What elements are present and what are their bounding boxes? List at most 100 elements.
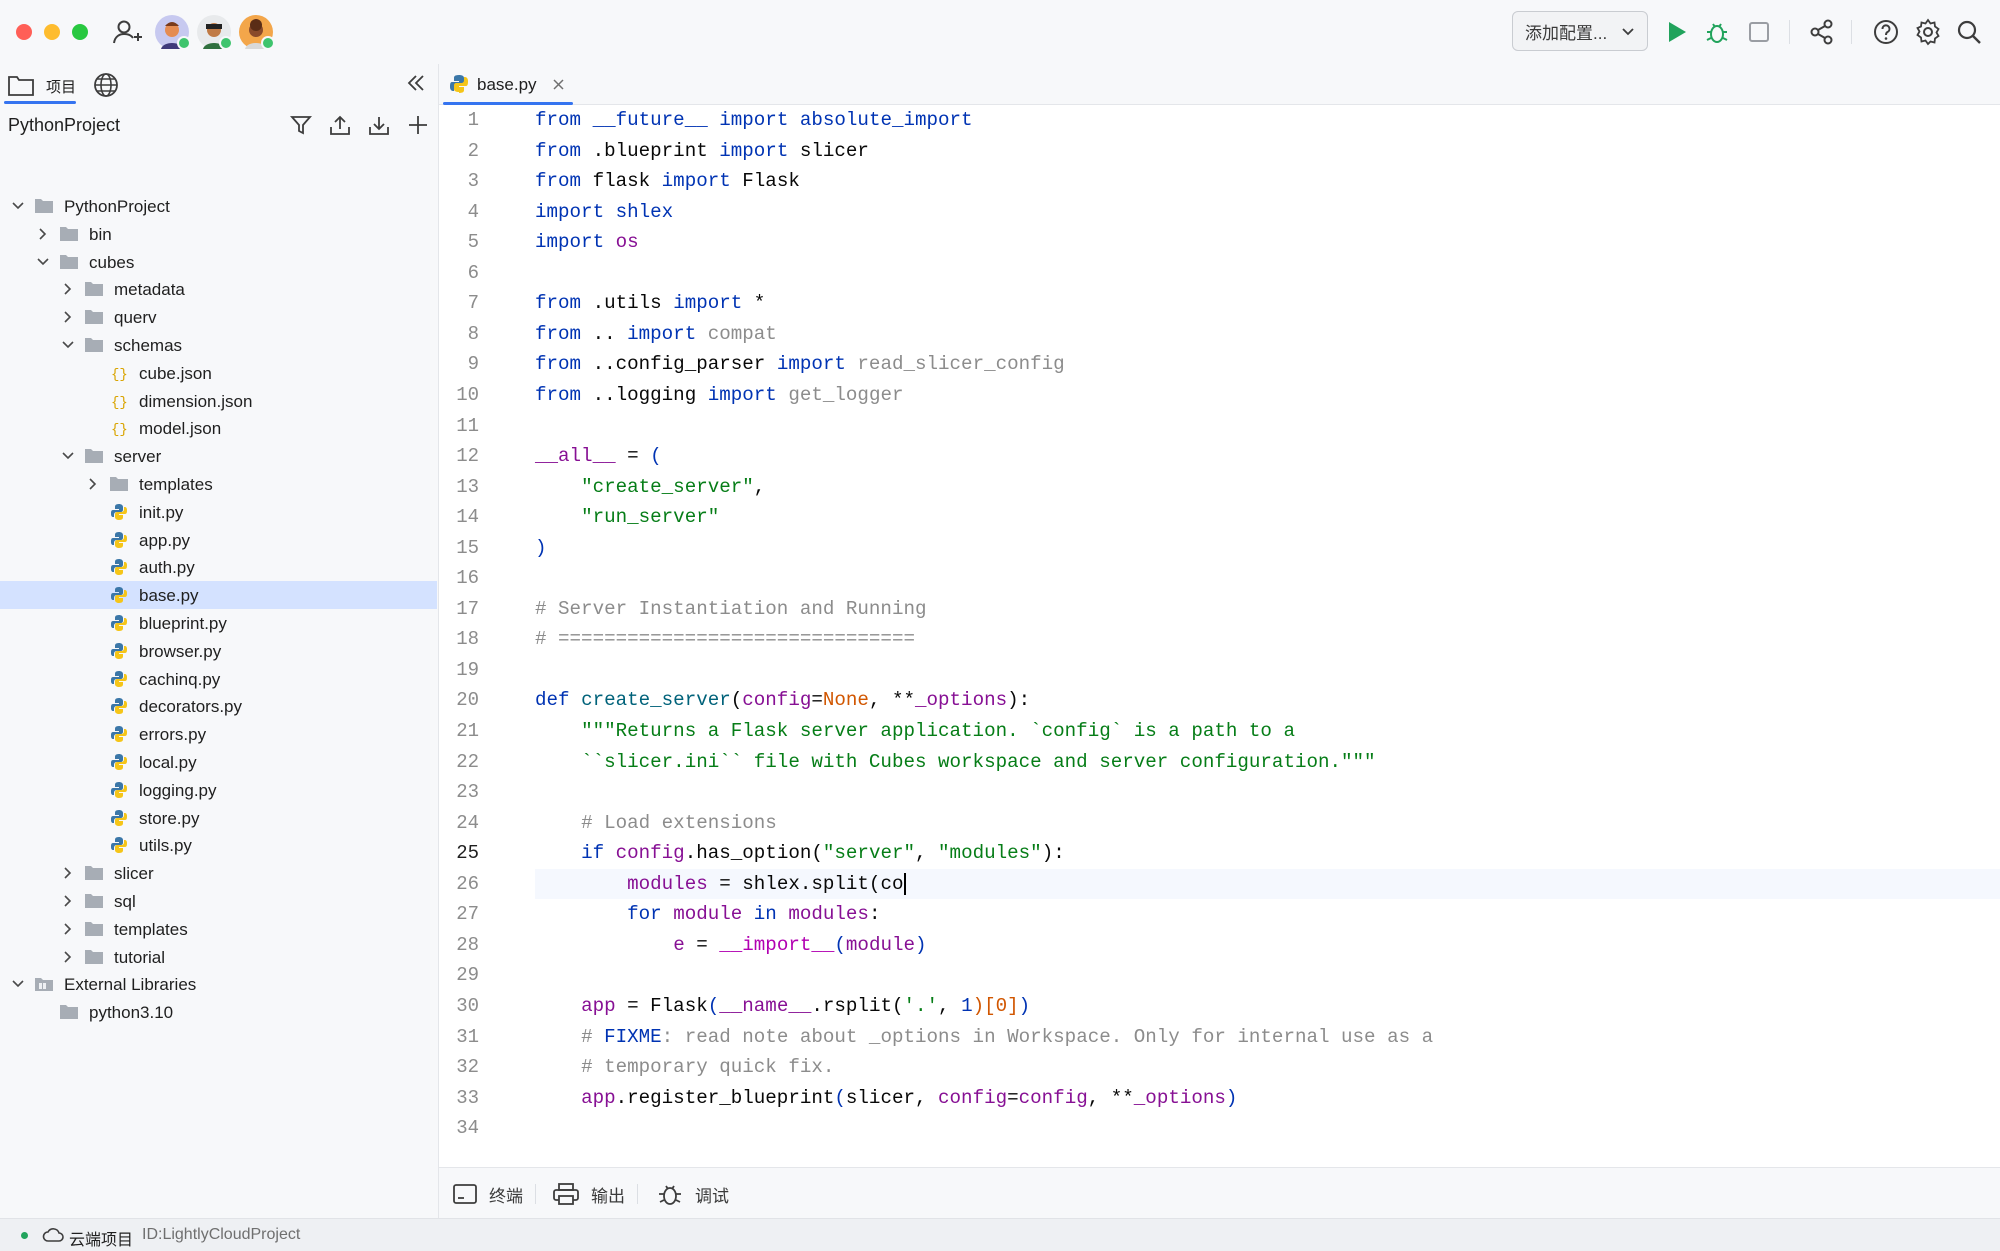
run-icon[interactable] — [1662, 18, 1690, 46]
tree-item[interactable]: decorators.py — [0, 692, 437, 720]
code-line[interactable]: e = __import__(module) — [535, 930, 926, 960]
chevron-down-icon[interactable] — [60, 448, 76, 464]
close-icon[interactable] — [553, 79, 564, 90]
window-minimize-button[interactable] — [44, 24, 60, 40]
tree-item[interactable]: tutorial — [0, 943, 437, 971]
tree-item[interactable]: python3.10 — [0, 998, 437, 1026]
tree-item[interactable]: blueprint.py — [0, 609, 437, 637]
download-icon[interactable] — [368, 114, 390, 136]
code-line[interactable]: # Load extensions — [535, 808, 777, 838]
code-line[interactable]: import shlex — [535, 197, 673, 227]
chevron-right-icon[interactable] — [60, 865, 76, 881]
tree-item[interactable]: utils.py — [0, 831, 437, 859]
window-close-button[interactable] — [16, 24, 32, 40]
chevron-down-icon[interactable] — [10, 976, 26, 992]
tree-item[interactable]: logging.py — [0, 776, 437, 804]
tree-item[interactable]: server — [0, 442, 437, 470]
chevron-right-icon[interactable] — [60, 893, 76, 909]
upload-icon[interactable] — [329, 114, 351, 136]
debug-button[interactable]: 调试 — [657, 1168, 729, 1220]
chevron-down-icon[interactable] — [60, 337, 76, 353]
tree-item[interactable]: templates — [0, 470, 437, 498]
stop-icon[interactable] — [1745, 18, 1773, 46]
chevron-right-icon[interactable] — [60, 949, 76, 965]
tree-item[interactable]: slicer — [0, 859, 437, 887]
tree-item[interactable]: base.py — [0, 581, 437, 610]
tab-project[interactable]: 项目 — [2, 66, 78, 104]
chevron-right-icon[interactable] — [60, 281, 76, 297]
code-line[interactable]: if config.has_option("server", "modules"… — [535, 838, 1065, 868]
code-line[interactable]: """Returns a Flask server application. `… — [535, 716, 1295, 746]
code-line[interactable]: # =============================== — [535, 624, 915, 654]
code-line[interactable]: from __future__ import absolute_import — [535, 105, 973, 135]
chevron-right-icon[interactable] — [60, 309, 76, 325]
tree-item[interactable]: auth.py — [0, 553, 437, 581]
chevron-down-icon[interactable] — [10, 198, 26, 214]
settings-icon[interactable] — [1914, 18, 1942, 46]
search-icon[interactable] — [1955, 18, 1983, 46]
tree-item[interactable]: init.py — [0, 498, 437, 526]
code-line[interactable]: from ..config_parser import read_slicer_… — [535, 349, 1065, 379]
chevron-right-icon[interactable] — [85, 476, 101, 492]
tree-item[interactable]: sql — [0, 887, 437, 915]
code-line[interactable]: # FIXME: read note about _options in Wor… — [535, 1022, 1433, 1052]
code-line[interactable]: import os — [535, 227, 639, 257]
run-configuration-select[interactable]: 添加配置... — [1512, 11, 1648, 51]
tree-item[interactable]: local.py — [0, 748, 437, 776]
tree-item[interactable]: {} dimension.json — [0, 387, 437, 415]
tree-item[interactable]: cachinq.py — [0, 665, 437, 693]
share-icon[interactable] — [1808, 18, 1836, 46]
code-line[interactable]: ) — [535, 533, 547, 563]
terminal-button[interactable]: 终端 — [453, 1168, 523, 1220]
line-number: 14 — [456, 506, 479, 529]
plus-icon[interactable] — [407, 114, 429, 136]
chevron-right-icon[interactable] — [35, 226, 51, 242]
code-line[interactable]: ``slicer.ini`` file with Cubes workspace… — [535, 747, 1376, 777]
collapse-panel-icon[interactable] — [406, 73, 426, 93]
code-line[interactable]: __all__ = ( — [535, 441, 662, 471]
code-line[interactable]: "run_server" — [535, 502, 719, 532]
tree-item[interactable]: metadata — [0, 275, 437, 303]
code-line[interactable]: app = Flask(__name__.rsplit('.', 1)[0]) — [535, 991, 1030, 1021]
tree-item[interactable]: errors.py — [0, 720, 437, 748]
code-line[interactable]: for module in modules: — [535, 899, 880, 929]
tree-item[interactable]: {} model.json — [0, 414, 437, 442]
window-maximize-button[interactable] — [72, 24, 88, 40]
help-icon[interactable] — [1872, 18, 1900, 46]
code-line[interactable]: from .. import compat — [535, 319, 777, 349]
code-line[interactable]: def create_server(config=None, **_option… — [535, 685, 1030, 715]
globe-icon[interactable] — [93, 72, 119, 98]
chevron-down-icon[interactable] — [35, 254, 51, 270]
tree-item[interactable]: templates — [0, 915, 437, 943]
code-editor[interactable]: 1 from __future__ import absolute_import 2… — [439, 105, 2000, 1167]
code-line[interactable]: from .blueprint import slicer — [535, 136, 869, 166]
code-line[interactable]: from flask import Flask — [535, 166, 800, 196]
code-line[interactable]: "create_server", — [535, 472, 765, 502]
collaborator-avatar-3[interactable] — [239, 15, 275, 50]
tree-item[interactable]: store.py — [0, 804, 437, 832]
add-user-icon[interactable] — [112, 17, 142, 47]
chevron-right-icon[interactable] — [60, 921, 76, 937]
code-line[interactable]: from ..logging import get_logger — [535, 380, 904, 410]
tree-item[interactable]: {} cube.json — [0, 359, 437, 387]
tree-item[interactable]: PythonProject — [0, 192, 437, 220]
tree-item[interactable]: browser.py — [0, 637, 437, 665]
collaborator-avatar-1[interactable] — [155, 15, 191, 50]
tree-item[interactable]: cubes — [0, 248, 437, 276]
debug-icon[interactable] — [1703, 18, 1731, 46]
cloud-project-label[interactable]: 云端项目 — [69, 1226, 133, 1250]
tree-item[interactable]: schemas — [0, 331, 437, 359]
filter-icon[interactable] — [290, 114, 312, 136]
editor-tab-base-py[interactable]: base.py — [439, 64, 577, 105]
code-line[interactable]: # temporary quick fix. — [535, 1052, 834, 1082]
collaborator-avatar-2[interactable] — [197, 15, 233, 50]
code-line[interactable]: app.register_blueprint(slicer, config=co… — [535, 1083, 1237, 1113]
code-line[interactable]: modules = shlex.split(co — [535, 868, 2000, 899]
code-line[interactable]: # Server Instantiation and Running — [535, 594, 927, 624]
tree-item[interactable]: app.py — [0, 526, 437, 554]
tree-item[interactable]: External Libraries — [0, 970, 437, 998]
tree-item[interactable]: bin — [0, 220, 437, 248]
output-button[interactable]: 输出 — [553, 1168, 625, 1220]
code-line[interactable]: from .utils import * — [535, 288, 765, 318]
tree-item[interactable]: querv — [0, 303, 437, 331]
